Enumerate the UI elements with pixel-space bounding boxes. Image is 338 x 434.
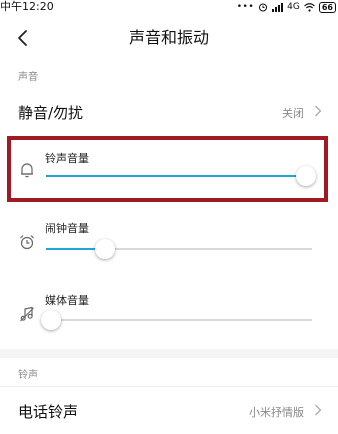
status-icons: ••• 4G 66: [237, 1, 336, 13]
battery-icon: 66: [318, 1, 336, 13]
section-divider: [0, 349, 338, 358]
media-volume-thumb[interactable]: [41, 310, 61, 330]
alarm-volume-row: 闹钟音量: [0, 212, 338, 276]
phone-ringtone-value: 小米抒情版: [249, 406, 304, 419]
media-volume-slider[interactable]: [41, 310, 312, 330]
status-time: 中午12:20: [0, 0, 54, 13]
chevron-right-icon: [315, 105, 322, 117]
status-bar: 中午12:20 ••• 4G 66: [0, 0, 338, 14]
phone-ringtone-row[interactable]: 电话铃声 小米抒情版: [0, 388, 338, 434]
dnd-row[interactable]: 静音/勿扰 关闭: [0, 88, 338, 134]
alarm-volume-thumb[interactable]: [95, 239, 115, 259]
media-volume-row: 媒体音量: [0, 284, 338, 348]
section-label-sound: 声音: [18, 72, 38, 83]
wifi-icon: [303, 2, 315, 12]
notification-dots: •••: [236, 2, 255, 12]
alarm-status-icon: [259, 3, 268, 12]
alarm-volume-slider[interactable]: [46, 239, 312, 259]
section-label-ringtone: 铃声: [18, 370, 38, 381]
dnd-value: 关闭: [282, 107, 304, 120]
highlight-box: [7, 136, 328, 202]
chevron-right-icon: [315, 404, 322, 416]
signal-icon: [272, 2, 284, 12]
media-volume-label: 媒体音量: [45, 294, 89, 307]
network-type: 4G: [287, 2, 300, 12]
dnd-label: 静音/勿扰: [18, 104, 84, 122]
music-note-icon: [20, 306, 34, 322]
phone-ringtone-label: 电话铃声: [18, 403, 79, 421]
page-title: 声音和振动: [128, 28, 209, 47]
alarm-clock-icon: [20, 235, 34, 250]
row-divider: [0, 386, 338, 387]
alarm-volume-label: 闹钟音量: [45, 222, 89, 235]
